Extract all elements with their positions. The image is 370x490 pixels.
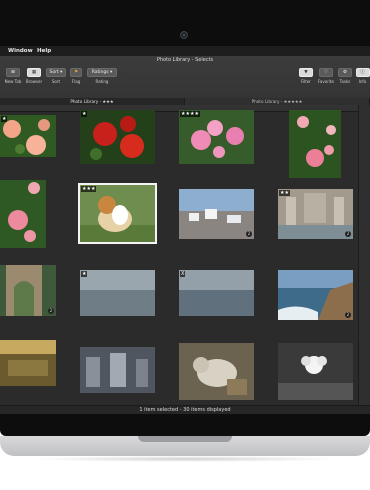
- photo-thumbnail[interactable]: [80, 347, 155, 393]
- favorite-label: Favorite: [318, 79, 334, 84]
- photo-thumbnail[interactable]: 2: [179, 189, 254, 239]
- rating-badge: ★: [1, 116, 8, 122]
- browser-label: Browser: [25, 79, 43, 84]
- menu-help[interactable]: Help: [37, 48, 51, 54]
- info-button[interactable]: ⓘ Info: [355, 68, 370, 84]
- sort-label: Sort: [51, 79, 61, 84]
- flag-icon: ⚑: [70, 68, 82, 77]
- photo-thumbnail-selected[interactable]: ★★★: [78, 183, 157, 244]
- laptop-bezel: Window Help Photo Library - Selects ⊞ Ne…: [0, 0, 370, 436]
- new-tab-label: New Tab: [4, 79, 22, 84]
- interior-photo: [0, 340, 56, 386]
- camera-icon: [180, 31, 188, 39]
- version-badge: 2: [345, 312, 351, 318]
- santorini-photo: [179, 189, 254, 239]
- filter-button[interactable]: ▼ Filter: [297, 68, 315, 84]
- sea-photo: [179, 270, 254, 316]
- app-screen: Window Help Photo Library - Selects ⊞ Ne…: [0, 46, 370, 414]
- rose-photo: [0, 115, 56, 157]
- photo-thumbnail[interactable]: ★: [80, 270, 155, 316]
- rating-badge: ★: [81, 271, 88, 277]
- ratings-dropdown[interactable]: Ratings ▾: [87, 68, 117, 77]
- tasks-label: Tasks: [339, 79, 351, 84]
- favorite-icon: ♡: [319, 68, 333, 77]
- cat-photo: [179, 343, 254, 400]
- photo-thumbnail[interactable]: [0, 340, 56, 386]
- info-icon: ⓘ: [355, 68, 370, 77]
- laptop-notch: [138, 436, 232, 442]
- tab-bar: Photo Library - ★★★ Photo Library - ★★★★…: [0, 98, 370, 105]
- tab-photo-library-3star[interactable]: Photo Library - ★★★: [0, 98, 185, 105]
- pink-rose-bush-photo: [289, 110, 341, 178]
- coastline-photo: [278, 270, 353, 320]
- collie-dog-photo: [80, 185, 155, 242]
- flag-button[interactable]: ⚑ Flag: [68, 68, 84, 84]
- rating-badge: ★: [81, 111, 88, 117]
- rating-badge: X: [180, 271, 186, 277]
- filter-label: Filter: [301, 79, 311, 84]
- new-tab-icon: ⊞: [6, 68, 20, 77]
- info-label: Info: [358, 79, 367, 84]
- photo-thumbnail[interactable]: ★★ 2: [278, 189, 353, 239]
- rating-badge: ★★★: [81, 186, 97, 192]
- photo-thumbnail[interactable]: ★: [80, 110, 155, 164]
- red-roses-photo: [80, 110, 155, 164]
- photo-thumbnail[interactable]: [0, 180, 46, 248]
- sidebar-panel-edge: [358, 105, 370, 405]
- browser-icon: ▦: [27, 68, 41, 77]
- tasks-button[interactable]: ⚙ Tasks: [337, 68, 353, 84]
- version-badge: 2: [345, 231, 351, 237]
- photo-thumbnail[interactable]: 2: [0, 265, 56, 316]
- white-flower-bw-photo: [278, 343, 353, 400]
- trevi-fountain-photo: [278, 189, 353, 239]
- new-tab-button[interactable]: ⊞ New Tab: [2, 68, 24, 84]
- window-titlebar: Photo Library - Selects ⊞ New Tab ▦ Brow…: [0, 56, 370, 112]
- status-bar: 1 item selected - 30 items displayed: [0, 405, 370, 414]
- photo-thumbnail[interactable]: [179, 343, 254, 400]
- rating-button[interactable]: Ratings ▾ Rating: [87, 68, 117, 84]
- photo-thumbnail[interactable]: [289, 110, 341, 178]
- photo-thumbnail[interactable]: ★: [0, 115, 56, 157]
- laptop-shadow: [30, 456, 340, 462]
- filter-icon: ▼: [299, 68, 313, 77]
- workshop-photo: [80, 347, 155, 393]
- tasks-icon: ⚙: [338, 68, 352, 77]
- rating-badge: ★★★★: [180, 111, 200, 117]
- window-title: Photo Library - Selects: [156, 57, 214, 63]
- menu-window[interactable]: Window: [8, 48, 33, 54]
- sort-dropdown[interactable]: Sort ▾: [46, 68, 66, 77]
- version-badge: 2: [246, 231, 252, 237]
- pink-flowers-photo: [179, 110, 254, 164]
- photo-thumbnail[interactable]: [278, 343, 353, 400]
- rose-photo: [0, 180, 46, 248]
- rating-badge: ★★: [279, 190, 290, 196]
- sort-button[interactable]: Sort ▾ Sort: [45, 68, 67, 84]
- menu-bar: Window Help: [0, 46, 370, 56]
- photo-thumbnail[interactable]: ★★★★: [179, 110, 254, 164]
- browser-button[interactable]: ▦ Browser: [24, 68, 44, 84]
- tab-photo-library-5star[interactable]: Photo Library - ★★★★★: [185, 98, 370, 105]
- version-badge: 2: [48, 308, 54, 314]
- rating-label: Rating: [95, 79, 109, 84]
- favorite-button[interactable]: ♡ Favorite: [316, 68, 336, 84]
- photo-thumbnail[interactable]: X: [179, 270, 254, 316]
- photo-thumbnail[interactable]: 2: [278, 270, 353, 320]
- sea-photo: [80, 270, 155, 316]
- photo-grid: ★ ★ ★★★★ ★★★ 2 ★★ 2 2 ★ X 2: [0, 105, 360, 405]
- flag-label: Flag: [71, 79, 81, 84]
